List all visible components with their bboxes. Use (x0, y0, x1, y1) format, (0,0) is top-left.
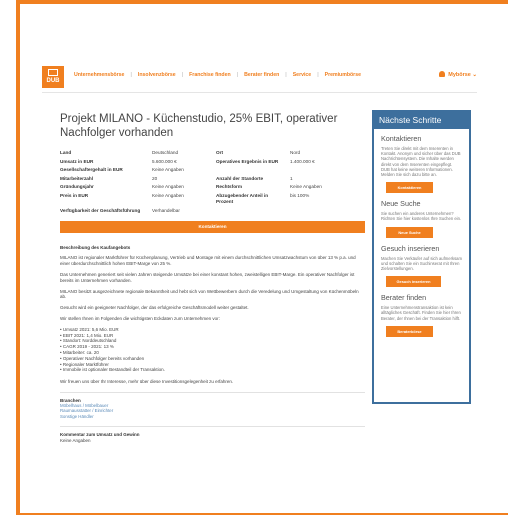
nav-service[interactable]: Service (293, 72, 311, 78)
listing-main: Projekt MILANO - Küchenstudio, 25% EBIT,… (60, 112, 365, 443)
sidebar-section-title: Neue Suche (381, 199, 421, 209)
fact-key: Umsatz in EUR (60, 158, 94, 164)
fact-value: Keine Angaben (152, 192, 184, 198)
fact-key: Anzahl der Standorte (216, 175, 264, 181)
account-menu[interactable]: Mybörse ⌄ (439, 71, 477, 78)
logo-text: DUB (46, 78, 60, 84)
nav-berater-finden[interactable]: Berater finden (244, 72, 279, 78)
fact-key: Rechtsform (216, 184, 243, 190)
sidebar-section-text: Treten Sie direkt mit dem Inserenten in … (381, 146, 461, 178)
fact-value: bis 100% (290, 192, 310, 198)
description-paragraph: Wir stellen Ihnen im Folgenden die wicht… (60, 315, 220, 321)
sidebar-section-text: Sie suchen ein anderes Unternehmen? Rich… (381, 211, 462, 222)
comment-value: Keine Angaben (60, 438, 91, 444)
fact-key (216, 208, 286, 214)
logo-mark-icon (48, 69, 58, 76)
fact-value (290, 208, 365, 214)
nav-separator: | (130, 72, 132, 78)
sidebar-section-title: Berater finden (381, 293, 427, 303)
fact-key: Gesellschaftergehalt in EUR (60, 167, 123, 173)
nav-separator: | (181, 72, 184, 78)
sidebar-heading: Nächste Schritte (374, 112, 469, 129)
fact-value: 20 (152, 175, 158, 181)
post-request-button[interactable]: Gesuch inserieren (386, 276, 441, 288)
listing-title: Projekt MILANO - Küchenstudio, 25% EBIT,… (60, 113, 338, 139)
listing-description: Beschreibung des Kaufangebots MILANO ist… (60, 245, 365, 385)
contact-button[interactable]: Kontaktieren (60, 220, 365, 233)
nav-premiumboerse[interactable]: Premiumbörse (325, 72, 361, 78)
fact-value: Keine Angaben (290, 184, 322, 190)
header-divider (42, 92, 477, 93)
section-divider (60, 391, 365, 393)
nav-insolvenzboerse[interactable]: Insolvenzbörse (138, 72, 176, 78)
nav-separator: | (317, 72, 319, 78)
fact-key: Abzugebender Anteil in Prozent (216, 192, 269, 204)
sidebar-section-text: Eine Unternehmenstransaktion ist kein al… (381, 305, 461, 321)
description-heading: Beschreibung des Kaufangebots (60, 244, 131, 250)
fact-key: Gründungsjahr (60, 184, 94, 190)
sidebar-section-title: Gesuch inserieren (381, 243, 440, 253)
nav-separator: | (236, 72, 239, 78)
fact-value: 1 (290, 175, 293, 181)
sidebar-section-text: Machen Sie Verkäufer auf sich aufmerksam… (381, 255, 462, 272)
section-divider (60, 426, 365, 428)
fact-value: 1.400.000 € (290, 158, 315, 164)
fact-key: Ort (216, 150, 224, 155)
sidebar-contact-button[interactable]: Kontaktieren (386, 182, 433, 194)
fact-value (290, 167, 365, 173)
list-item: • Immobile ist optionaler Bestandteil de… (60, 367, 165, 373)
nav-unternehmensboerse[interactable]: Unternehmensbörse (74, 72, 124, 78)
fact-value: Keine Angaben (152, 167, 184, 173)
main-nav: Unternehmensbörse | Insolvenzbörse | Fra… (74, 72, 361, 78)
sidebar-section-title: Kontaktieren (381, 134, 422, 143)
fact-key: Verfügbarkeit der Geschäftsführung (60, 207, 141, 213)
fact-key: Mitarbeiterzahl (60, 175, 94, 181)
advisor-exchange-button[interactable]: Beraterbörse (386, 325, 433, 337)
fact-key (216, 167, 286, 173)
site-header: DUB Unternehmensbörse | Insolvenzbörse |… (42, 66, 477, 88)
key-facts-list: • Umsatz 2021: 5,6 Mio. EUR • EBIT 2021:… (60, 327, 365, 373)
closing-text: Wir freuen uns über Ihr Interesse, mehr … (60, 379, 234, 385)
nav-separator: | (285, 72, 287, 78)
nav-franchise-finden[interactable]: Franchise finden (189, 72, 231, 78)
description-paragraph: Das Unternehmen generiert seit vielen Ja… (60, 271, 355, 283)
chevron-down-icon: ⌄ (472, 72, 477, 78)
facts-table: Land Deutschland Ort Nord Umsatz in EUR … (60, 150, 365, 214)
person-icon (439, 71, 446, 77)
fact-key: Land (60, 150, 72, 155)
description-paragraph: Gesucht wird ein geeigneter Nachfolger, … (60, 305, 249, 311)
next-steps-sidebar: Nächste Schritte Kontaktieren Treten Sie… (372, 110, 471, 404)
description-paragraph: MILANO besitzt ausgezeichnete regionale … (60, 288, 359, 300)
fact-value: Nord (290, 150, 301, 155)
fact-value: Keine Angaben (152, 184, 184, 190)
branch-link[interactable]: Sonstige Händler (60, 414, 365, 419)
new-search-button[interactable]: Neue Suche (386, 226, 433, 238)
fact-value: Deutschland (152, 150, 179, 155)
description-paragraph: MILANO ist regionaler Marktführer für Kü… (60, 255, 356, 267)
account-label: Mybörse (448, 72, 471, 78)
fact-key: Operatives Ergebnis in EUR (216, 158, 279, 164)
comment-heading: Kommentar zum Umsatz und Gewinn (60, 432, 140, 438)
dub-logo[interactable]: DUB (42, 66, 64, 88)
fact-value: 5.600.000 € (152, 158, 177, 164)
fact-key: Preis in EUR (60, 192, 89, 198)
fact-value: Verhandelbar (152, 207, 180, 213)
sidebar-body: Kontaktieren Treten Sie direkt mit dem I… (374, 129, 469, 337)
